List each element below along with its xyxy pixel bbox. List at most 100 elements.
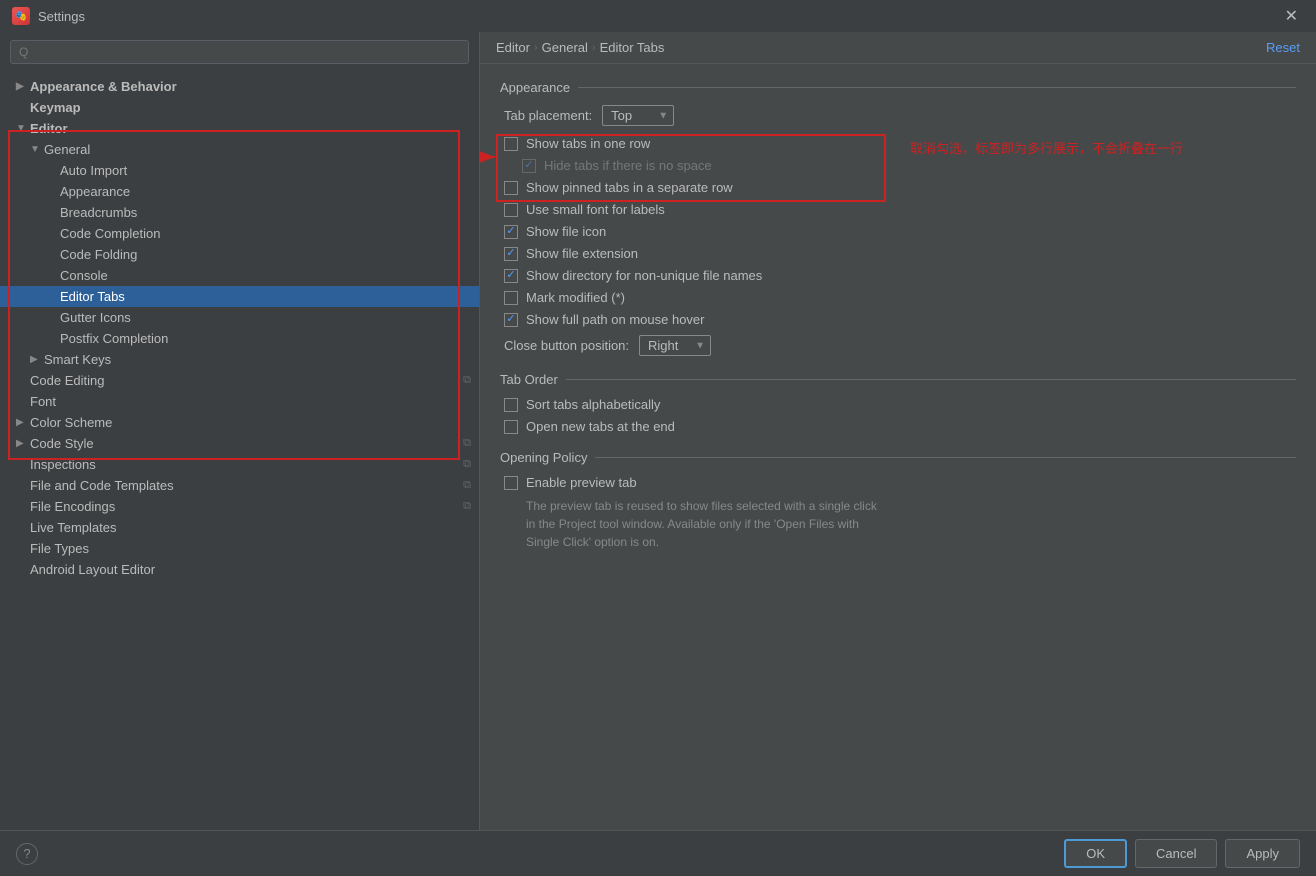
label-mark-modified: Mark modified (*) — [526, 290, 625, 305]
apply-button[interactable]: Apply — [1225, 839, 1300, 868]
sidebar-item-label: Editor Tabs — [60, 289, 125, 304]
label-file-extension: Show file extension — [526, 246, 638, 261]
sidebar-item-keymap[interactable]: Keymap — [0, 97, 479, 118]
label-sort-alpha: Sort tabs alphabetically — [526, 397, 660, 412]
sidebar-item-file-code-templates[interactable]: File and Code Templates ⧉ — [0, 475, 479, 496]
sidebar-item-live-templates[interactable]: Live Templates — [0, 517, 479, 538]
sidebar-item-console[interactable]: Console — [0, 265, 479, 286]
breadcrumb-sep1: › — [534, 42, 538, 54]
sidebar-item-inspections[interactable]: Inspections ⧉ — [0, 454, 479, 475]
sidebar-item-general[interactable]: ▼ General — [0, 139, 479, 160]
expand-arrow — [46, 165, 60, 176]
chinese-annotation: 取消勾选，标签即为多行展示，不会折叠在一行 — [910, 138, 1183, 157]
help-button[interactable]: ? — [16, 843, 38, 865]
label-file-icon: Show file icon — [526, 224, 606, 239]
checkbox-show-directory[interactable] — [504, 269, 518, 283]
expand-arrow — [16, 522, 30, 533]
setting-row-small-font: Use small font for labels — [500, 202, 1296, 217]
setting-row-mark-modified: Mark modified (*) — [500, 290, 1296, 305]
setting-row-file-extension: Show file extension — [500, 246, 1296, 261]
expand-arrow — [16, 501, 30, 512]
tree-area: ▶ Appearance & Behavior Keymap ▼ Editor … — [0, 72, 479, 830]
expand-arrow: ▶ — [16, 438, 30, 449]
label-show-tabs-one-row: Show tabs in one row — [526, 136, 650, 151]
close-button[interactable]: ✕ — [1279, 4, 1304, 28]
section-tab-order-title: Tab Order — [500, 372, 1296, 387]
sidebar-item-smart-keys[interactable]: ▶ Smart Keys — [0, 349, 479, 370]
sidebar-item-appearance[interactable]: Appearance — [0, 181, 479, 202]
sidebar-item-appearance-behavior[interactable]: ▶ Appearance & Behavior — [0, 76, 479, 97]
setting-row-sort-alpha: Sort tabs alphabetically — [500, 397, 1296, 412]
section-appearance-title: Appearance — [500, 80, 1296, 95]
sidebar-item-label: Editor — [30, 121, 68, 136]
setting-row-show-directory: Show directory for non-unique file names — [500, 268, 1296, 283]
sidebar-item-file-types[interactable]: File Types — [0, 538, 479, 559]
sidebar-item-code-folding[interactable]: Code Folding — [0, 244, 479, 265]
ok-button[interactable]: OK — [1064, 839, 1127, 868]
checkbox-show-full-path[interactable] — [504, 313, 518, 327]
sidebar-item-label: Gutter Icons — [60, 310, 131, 325]
main-content: ▶ Appearance & Behavior Keymap ▼ Editor … — [0, 32, 1316, 830]
setting-row-show-pinned: Show pinned tabs in a separate row — [500, 180, 1296, 195]
sidebar-item-label: Postfix Completion — [60, 331, 168, 346]
setting-row-enable-preview: Enable preview tab — [500, 475, 1296, 490]
sidebar-item-font[interactable]: Font — [0, 391, 479, 412]
sidebar-item-editor-tabs[interactable]: Editor Tabs — [0, 286, 479, 307]
label-enable-preview: Enable preview tab — [526, 475, 637, 490]
sidebar-item-label: File Types — [30, 541, 89, 556]
sidebar-item-android-layout-editor[interactable]: Android Layout Editor — [0, 559, 479, 580]
annotated-area: Show tabs in one row Hide tabs if there … — [500, 136, 1296, 173]
close-button-dropdown[interactable]: Right Left Hidden — [639, 335, 711, 356]
sidebar-item-code-style[interactable]: ▶ Code Style ⧉ — [0, 433, 479, 454]
checkbox-sort-alpha[interactable] — [504, 398, 518, 412]
tab-placement-row: Tab placement: Top Bottom Left Right Non… — [500, 105, 1296, 126]
expand-arrow — [46, 291, 60, 302]
sidebar-item-file-encodings[interactable]: File Encodings ⧉ — [0, 496, 479, 517]
sidebar-item-label: Android Layout Editor — [30, 562, 155, 577]
checkbox-mark-modified[interactable] — [504, 291, 518, 305]
breadcrumb-editor: Editor — [496, 40, 530, 55]
expand-arrow — [16, 375, 30, 386]
checkbox-file-icon[interactable] — [504, 225, 518, 239]
label-show-directory: Show directory for non-unique file names — [526, 268, 762, 283]
expand-arrow — [46, 249, 60, 260]
sidebar-item-label: Code Style — [30, 436, 94, 451]
checkbox-small-font[interactable] — [504, 203, 518, 217]
close-button-dropdown-wrapper: Right Left Hidden ▼ — [639, 335, 711, 356]
copy-icon: ⧉ — [463, 479, 471, 492]
search-input[interactable] — [10, 40, 469, 64]
sidebar-item-label: File and Code Templates — [30, 478, 174, 493]
expand-arrow — [46, 333, 60, 344]
sidebar-item-code-completion[interactable]: Code Completion — [0, 223, 479, 244]
expand-arrow: ▶ — [16, 417, 30, 428]
label-open-end: Open new tabs at the end — [526, 419, 675, 434]
setting-row-file-icon: Show file icon — [500, 224, 1296, 239]
checkbox-file-extension[interactable] — [504, 247, 518, 261]
breadcrumb-general: General — [542, 40, 588, 55]
sidebar-item-breadcrumbs[interactable]: Breadcrumbs — [0, 202, 479, 223]
sidebar-item-gutter-icons[interactable]: Gutter Icons — [0, 307, 479, 328]
breadcrumb-editor-tabs: Editor Tabs — [600, 40, 665, 55]
expand-arrow: ▼ — [30, 144, 44, 155]
reset-link[interactable]: Reset — [1266, 40, 1300, 55]
checkbox-show-pinned[interactable] — [504, 181, 518, 195]
left-panel: ▶ Appearance & Behavior Keymap ▼ Editor … — [0, 32, 480, 830]
sidebar-item-color-scheme[interactable]: ▶ Color Scheme — [0, 412, 479, 433]
sidebar-item-label: Code Folding — [60, 247, 137, 262]
expand-arrow — [16, 396, 30, 407]
checkbox-hide-tabs — [522, 159, 536, 173]
checkbox-show-tabs-one-row[interactable] — [504, 137, 518, 151]
sidebar-item-label: File Encodings — [30, 499, 115, 514]
sidebar-item-auto-import[interactable]: Auto Import — [0, 160, 479, 181]
cancel-button[interactable]: Cancel — [1135, 839, 1217, 868]
checkbox-enable-preview[interactable] — [504, 476, 518, 490]
sidebar-item-postfix-completion[interactable]: Postfix Completion — [0, 328, 479, 349]
checkbox-open-end[interactable] — [504, 420, 518, 434]
right-content: Appearance Tab placement: Top Bottom Lef… — [480, 64, 1316, 830]
settings-dialog: 🎭 Settings ✕ ▶ Appearance & Behavior Key… — [0, 0, 1316, 876]
sidebar-item-code-editing[interactable]: Code Editing ⧉ — [0, 370, 479, 391]
tab-placement-dropdown[interactable]: Top Bottom Left Right None — [602, 105, 674, 126]
sidebar-item-editor[interactable]: ▼ Editor — [0, 118, 479, 139]
search-box — [0, 32, 479, 72]
bottom-bar: ? OK Cancel Apply — [0, 830, 1316, 876]
